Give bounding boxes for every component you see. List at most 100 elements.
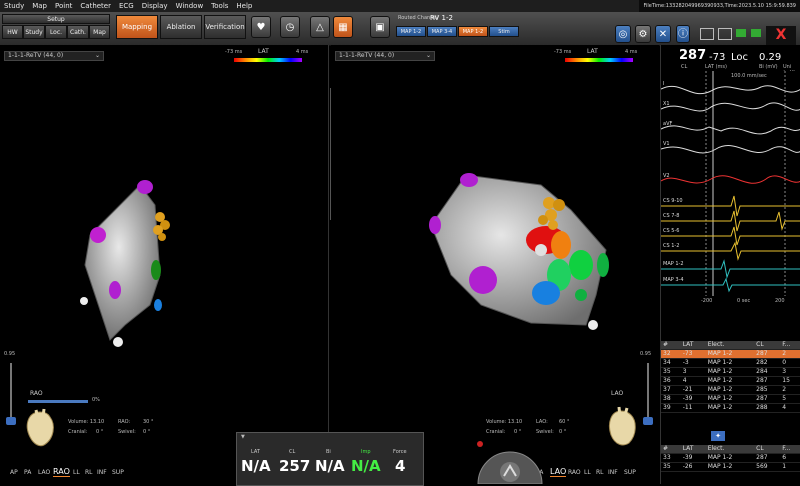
view-lao-right[interactable]: LAO <box>550 467 567 477</box>
heart-icon[interactable]: ♥ <box>251 16 271 38</box>
table-row[interactable]: 38 -39 MAP 1-2 287 5 <box>661 394 800 404</box>
view-pa-left[interactable]: PA <box>24 469 31 476</box>
view-inf-left[interactable]: INF <box>97 469 107 476</box>
tab-loc[interactable]: Loc. <box>45 25 67 39</box>
wave-label-map12: MAP 1-2 <box>663 261 684 267</box>
channel-map12-active[interactable]: MAP 1-2 <box>458 26 488 37</box>
info-icon[interactable]: ⓘ <box>676 25 690 43</box>
view-rl-right[interactable]: RL <box>596 469 604 476</box>
status-icon <box>736 29 746 37</box>
col-f[interactable]: F... <box>780 341 800 350</box>
menu-help[interactable]: Help <box>232 0 256 12</box>
cell: 35 <box>661 367 681 377</box>
menu-study[interactable]: Study <box>0 0 28 12</box>
left-cranial-value: 0 ° <box>96 429 104 435</box>
view-ap-left[interactable]: AP <box>10 469 18 476</box>
menu-ecg[interactable]: ECG <box>115 0 138 12</box>
tool-icon[interactable]: ✦ <box>711 431 725 441</box>
mapping-button[interactable]: Mapping <box>116 15 158 39</box>
left-scale-slider[interactable] <box>10 363 12 423</box>
right-lat-min: -73 ms <box>554 49 572 55</box>
cell: MAP 1-2 <box>705 385 755 395</box>
col-f-b[interactable]: F... <box>780 445 800 454</box>
right-scale-thumb[interactable] <box>643 417 653 425</box>
right-scale-slider[interactable] <box>647 363 649 423</box>
cl-value: 287 <box>679 48 707 63</box>
table-row[interactable]: 37 -21 MAP 1-2 285 2 <box>661 385 800 395</box>
view-ll-left[interactable]: LL <box>73 469 80 476</box>
tools-icon[interactable]: ⚙ <box>635 25 651 43</box>
verification-button[interactable]: Verification <box>204 15 246 39</box>
col-num[interactable]: # <box>661 341 681 350</box>
triangle-icon[interactable]: △ <box>310 16 330 38</box>
col-elect[interactable]: Elect. <box>705 341 755 350</box>
cell: MAP 1-2 <box>705 453 755 463</box>
menu-catheter[interactable]: Catheter <box>76 0 115 12</box>
view-sup-left[interactable]: SUP <box>112 469 124 476</box>
cell: 3 <box>780 367 800 377</box>
tab-hw[interactable]: HW <box>2 25 23 39</box>
col-lat[interactable]: LAT <box>680 341 706 350</box>
catheter-icon[interactable]: ✕ <box>655 25 671 43</box>
table-row[interactable]: 34 -3 MAP 1-2 282 0 <box>661 358 800 368</box>
cell: 287 <box>754 349 781 359</box>
table-row[interactable]: 32 -73 MAP 1-2 287 2 <box>661 349 800 359</box>
view-sup-right[interactable]: SUP <box>624 469 636 476</box>
menu-tools[interactable]: Tools <box>207 0 232 12</box>
cell: 34 <box>661 358 681 368</box>
x-logo-icon: X <box>766 26 796 46</box>
monitor-icon[interactable]: ▣ <box>370 16 390 38</box>
setup-button[interactable]: Setup <box>2 14 110 24</box>
channel-map12[interactable]: MAP 1-2 <box>396 26 426 37</box>
table-row[interactable]: 35 3 MAP 1-2 284 3 <box>661 367 800 377</box>
table-row[interactable]: 33 -39 MAP 1-2 287 6 <box>661 453 800 463</box>
cell: 2 <box>780 349 800 359</box>
col-elect-b[interactable]: Elect. <box>705 445 755 454</box>
left-opacity-slider[interactable] <box>28 400 88 403</box>
tab-map[interactable]: Map <box>89 25 110 39</box>
catheter-navigator[interactable] <box>470 432 550 484</box>
col-num-b[interactable]: # <box>661 445 681 454</box>
left-map-select[interactable]: 1-1-1-ReTV (44, 0) ⌄ <box>4 51 104 61</box>
readout-menu-icon[interactable]: ▼ <box>241 434 245 440</box>
lat-table-top: # LAT Elect. CL F... 32 -73 MAP 1-2 287 2 34… <box>661 341 800 413</box>
clock-icon[interactable]: ◷ <box>280 16 300 38</box>
channel-map34[interactable]: MAP 3-4 <box>427 26 457 37</box>
menu-map[interactable]: Map <box>28 0 51 12</box>
view-rao-right[interactable]: RAO <box>568 469 581 476</box>
left-scale-thumb[interactable] <box>6 417 16 425</box>
table-row[interactable]: 36 4 MAP 1-2 287 15 <box>661 376 800 386</box>
capture-icon[interactable]: ▦ <box>333 16 353 38</box>
col-lat-b[interactable]: LAT <box>680 445 706 454</box>
view-inf-right[interactable]: INF <box>608 469 618 476</box>
filetime-readout: FileTime:133282049969390933,Time:2023.5.… <box>639 0 800 12</box>
menu-display[interactable]: Display <box>138 0 172 12</box>
view-lao-left[interactable]: LAO <box>38 469 50 476</box>
view-rao-left[interactable]: RAO <box>53 467 70 477</box>
tab-cath[interactable]: Cath. <box>67 25 89 39</box>
left-opacity-value: 0% <box>92 397 100 403</box>
readout-value-lat: N/A <box>241 457 271 475</box>
tab-study[interactable]: Study <box>23 25 45 39</box>
lat-table-bottom: # LAT Elect. CL F... 33 -39 MAP 1-2 287 6 35… <box>661 445 800 472</box>
col-cl[interactable]: CL <box>754 341 781 350</box>
ablation-button[interactable]: Ablation <box>160 15 202 39</box>
view-rl-left[interactable]: RL <box>85 469 93 476</box>
cell: 569 <box>754 462 781 472</box>
right-map-select[interactable]: 1-1-1-ReTV (44, 0) ⌄ <box>335 51 435 61</box>
table-row[interactable]: 39 -11 MAP 1-2 288 4 <box>661 403 800 413</box>
cell: MAP 1-2 <box>705 367 755 377</box>
left-scale-value: 0.95 <box>4 351 16 357</box>
col-cl-b[interactable]: CL <box>754 445 781 454</box>
menu-window[interactable]: Window <box>172 0 208 12</box>
right-3d-view[interactable]: 1-1-1-ReTV (44, 0) ⌄ -73 ms LAT 4 ms 0.9… <box>331 45 659 465</box>
view-ll-right[interactable]: LL <box>584 469 591 476</box>
channel-stim[interactable]: Stim <box>489 26 519 37</box>
menu-point[interactable]: Point <box>51 0 76 12</box>
globe-icon[interactable]: ◎ <box>615 25 631 43</box>
table-row[interactable]: 35 -26 MAP 1-2 569 1 <box>661 462 800 472</box>
cell: 39 <box>661 403 681 413</box>
cell: 32 <box>661 349 681 359</box>
left-3d-view[interactable]: 1-1-1-ReTV (44, 0) ⌄ -73 ms LAT 4 ms 0.9… <box>0 45 329 465</box>
left-volume: Volume: 13.10 <box>68 419 105 425</box>
